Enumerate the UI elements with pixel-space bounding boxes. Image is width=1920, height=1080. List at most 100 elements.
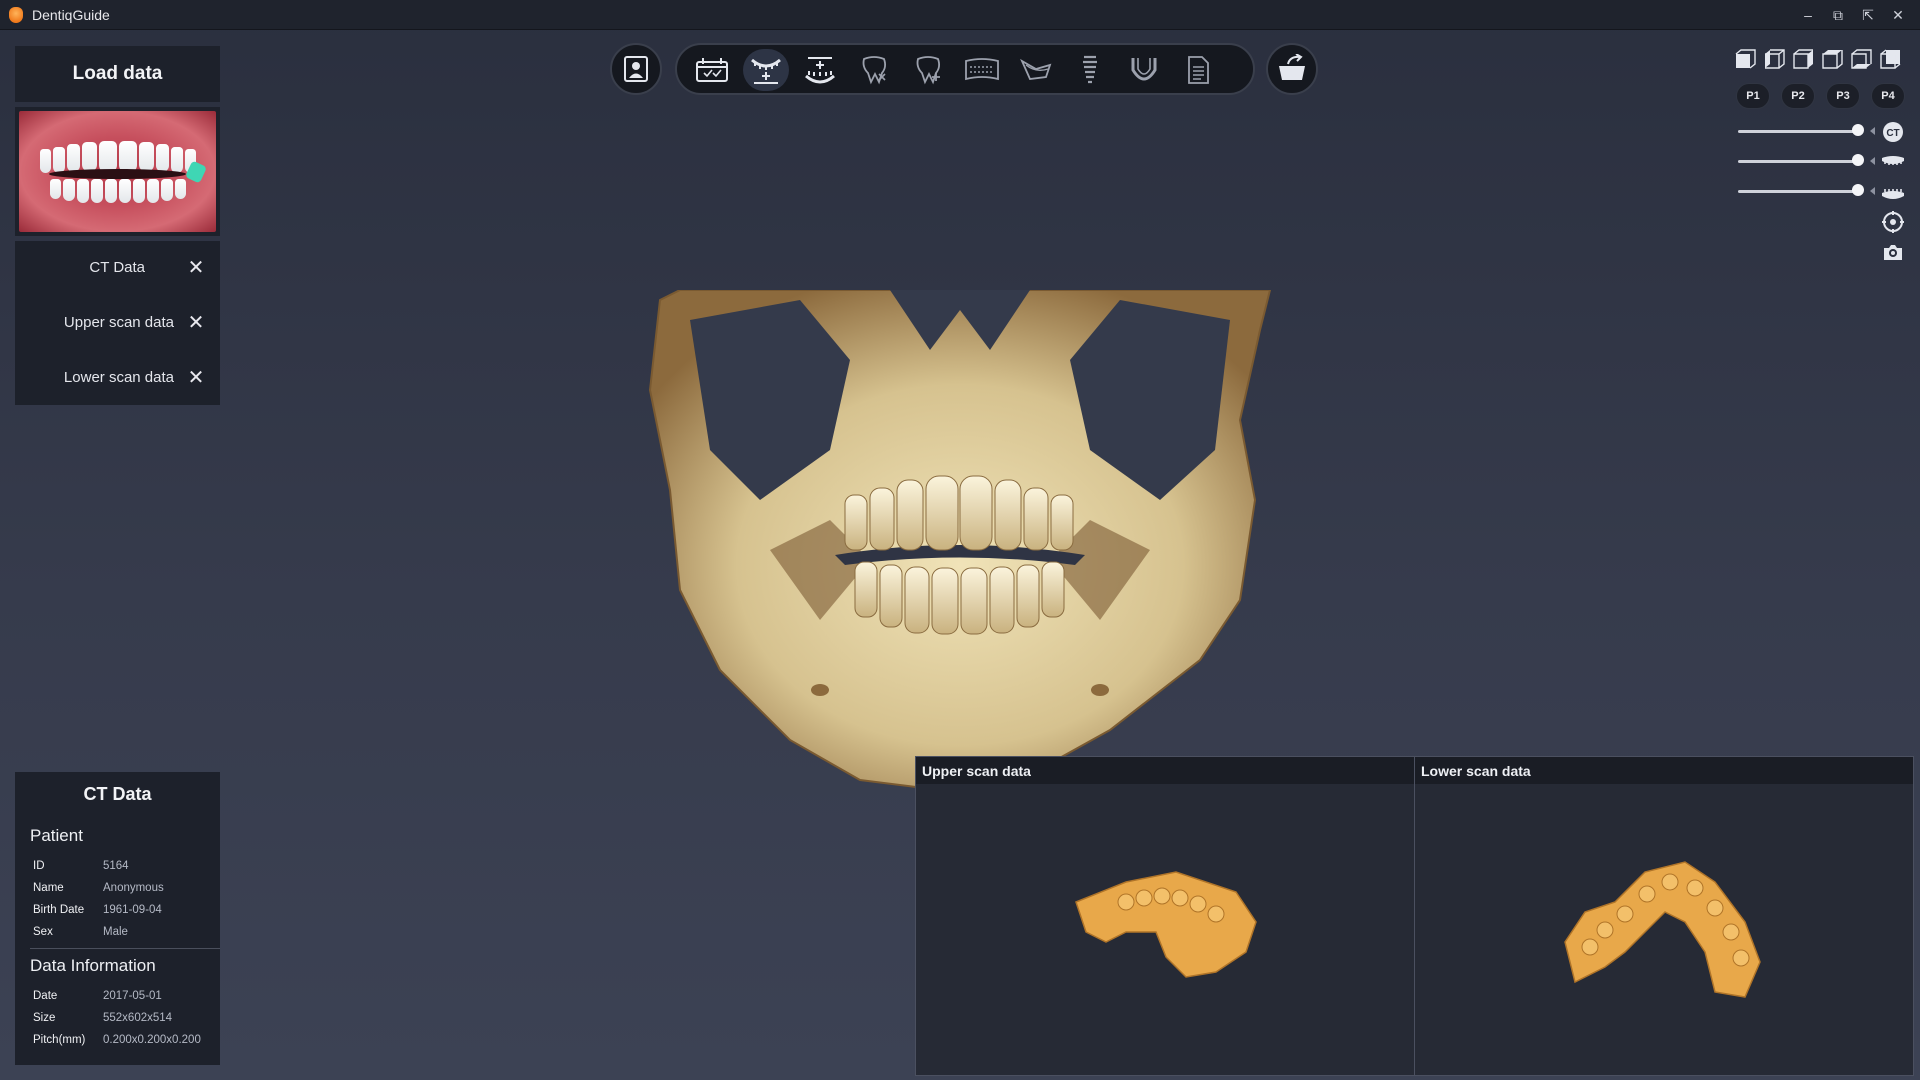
data-pitch-row: Pitch(mm) 0.200x0.200x0.200: [33, 1034, 201, 1046]
load-data-button[interactable]: Load data: [15, 46, 220, 102]
lower-scan-button[interactable]: [797, 49, 843, 91]
slider-arrow-icon: [1870, 187, 1875, 195]
view-top-icon[interactable]: [1821, 48, 1843, 70]
patient-heading: Patient: [30, 826, 83, 845]
planning-icon: [696, 58, 728, 82]
title-bar: DentiqGuide – ⧉ ⇱ ✕: [0, 0, 1920, 30]
upper-jaw-icon: [1882, 156, 1904, 165]
ct-opacity-slider[interactable]: [1738, 121, 1875, 141]
preset-p1-button[interactable]: P1: [1736, 83, 1770, 109]
patient-icon: [624, 56, 648, 82]
view-bottom-icon[interactable]: [1850, 48, 1872, 70]
planning-button[interactable]: [689, 49, 735, 91]
slider-thumb[interactable]: [1852, 184, 1864, 196]
upper-scan-toggle-button[interactable]: [1880, 150, 1906, 174]
detach-button[interactable]: ⇱: [1856, 4, 1880, 26]
panorama-button[interactable]: [959, 49, 1005, 91]
field-value: Male: [103, 926, 128, 938]
field-key: Pitch(mm): [33, 1034, 86, 1046]
divider: [30, 948, 220, 949]
implant-button[interactable]: [1067, 49, 1113, 91]
slider-arrow-icon: [1870, 127, 1875, 135]
patient-id-row: ID 5164: [33, 860, 129, 872]
workflow-toolbar: [675, 43, 1255, 95]
ct-info-panel: CT Data Patient ID 5164 Name Anonymous Bir…: [15, 772, 220, 1065]
view-left-icon[interactable]: [1763, 48, 1785, 70]
field-key: Date: [33, 990, 58, 1002]
lower-jaw-icon: [1882, 189, 1904, 199]
field-value: 5164: [103, 860, 129, 872]
app-title: DentiqGuide: [32, 6, 110, 23]
guide-button[interactable]: [1121, 49, 1167, 91]
remove-lower-scan-button[interactable]: ✕: [186, 367, 206, 389]
data-item-ct[interactable]: CT Data ✕: [15, 247, 220, 287]
guide-arch-icon: [1131, 58, 1157, 81]
ct-toggle-button[interactable]: CT: [1880, 120, 1906, 144]
data-item-lower-scan[interactable]: Lower scan data ✕: [15, 357, 220, 397]
data-item-label: Lower scan data: [63, 368, 174, 386]
data-date-row: Date 2017-05-01: [33, 990, 162, 1002]
slider-track: [1738, 130, 1858, 133]
field-value: 1961-09-04: [103, 904, 162, 916]
restore-button[interactable]: ⧉: [1826, 4, 1850, 26]
reset-view-button[interactable]: [1880, 210, 1906, 234]
data-item-label: Upper scan data: [63, 313, 174, 331]
preset-p2-button[interactable]: P2: [1781, 83, 1815, 109]
lower-scan-pane[interactable]: Lower scan data: [1414, 756, 1914, 1076]
upper-scan-pane[interactable]: Upper scan data: [915, 756, 1415, 1076]
load-data-label: Load data: [72, 63, 163, 84]
upper-scan-pane-title: Upper scan data: [916, 757, 1414, 784]
lower-scan-model: [1564, 861, 1761, 998]
data-size-row: Size 552x602x514: [33, 1012, 172, 1024]
field-key: Name: [33, 882, 64, 894]
nerve-button[interactable]: [1013, 49, 1059, 91]
export-button[interactable]: [1266, 43, 1318, 95]
report-icon: [1188, 56, 1209, 84]
dental-thumbnail[interactable]: [15, 107, 220, 236]
view-right-icon[interactable]: [1792, 48, 1814, 70]
preset-p4-button[interactable]: P4: [1871, 83, 1905, 109]
window-controls: – ⧉ ⇱ ✕: [1796, 0, 1910, 30]
add-tooth-button[interactable]: [905, 49, 951, 91]
data-item-upper-scan[interactable]: Upper scan data ✕: [15, 302, 220, 342]
slider-thumb[interactable]: [1852, 124, 1864, 136]
patient-button[interactable]: [610, 43, 662, 95]
upper-scan-button[interactable]: [743, 49, 789, 91]
upper-scan-opacity-slider[interactable]: [1738, 151, 1875, 171]
slider-thumb[interactable]: [1852, 154, 1864, 166]
upper-scan-icon: [751, 58, 781, 84]
screenshot-button[interactable]: [1880, 240, 1906, 264]
ct-3d-viewport[interactable]: [640, 290, 1280, 810]
remove-ct-button[interactable]: ✕: [186, 257, 206, 279]
patient-birthdate-row: Birth Date 1961-09-04: [33, 904, 162, 916]
lower-scan-pane-title: Lower scan data: [1415, 757, 1913, 784]
lower-teeth: [33, 179, 202, 203]
close-button[interactable]: ✕: [1886, 4, 1910, 26]
field-value: Anonymous: [103, 882, 164, 894]
view-front-icon[interactable]: [1734, 48, 1756, 70]
report-button[interactable]: [1175, 49, 1221, 91]
field-key: Birth Date: [33, 904, 85, 916]
loaded-data-list: CT Data ✕ Upper scan data ✕ Lower scan d…: [15, 241, 220, 405]
tooth-plus-icon: [916, 56, 941, 85]
minimize-button[interactable]: –: [1796, 4, 1820, 26]
data-info-heading: Data Information: [30, 956, 156, 975]
preset-p3-button[interactable]: P3: [1826, 83, 1860, 109]
lower-scan-icon: [805, 57, 835, 84]
ct-icon-label: CT: [1886, 128, 1899, 139]
export-icon: [1279, 54, 1305, 80]
panorama-icon: [965, 58, 999, 81]
skull-model: [648, 290, 1272, 792]
mouth-gap: [49, 169, 186, 179]
slider-track: [1738, 160, 1858, 163]
tooth-button[interactable]: [851, 49, 897, 91]
field-key: Sex: [33, 926, 53, 938]
lower-scan-toggle-button[interactable]: [1880, 180, 1906, 204]
remove-upper-scan-button[interactable]: ✕: [186, 312, 206, 334]
field-value: 2017-05-01: [103, 990, 162, 1002]
view-back-icon[interactable]: [1879, 48, 1901, 70]
reset-view-icon: [1882, 211, 1904, 233]
app-logo-icon: [9, 6, 23, 23]
teeth-image: [19, 111, 216, 232]
lower-scan-opacity-slider[interactable]: [1738, 181, 1875, 201]
